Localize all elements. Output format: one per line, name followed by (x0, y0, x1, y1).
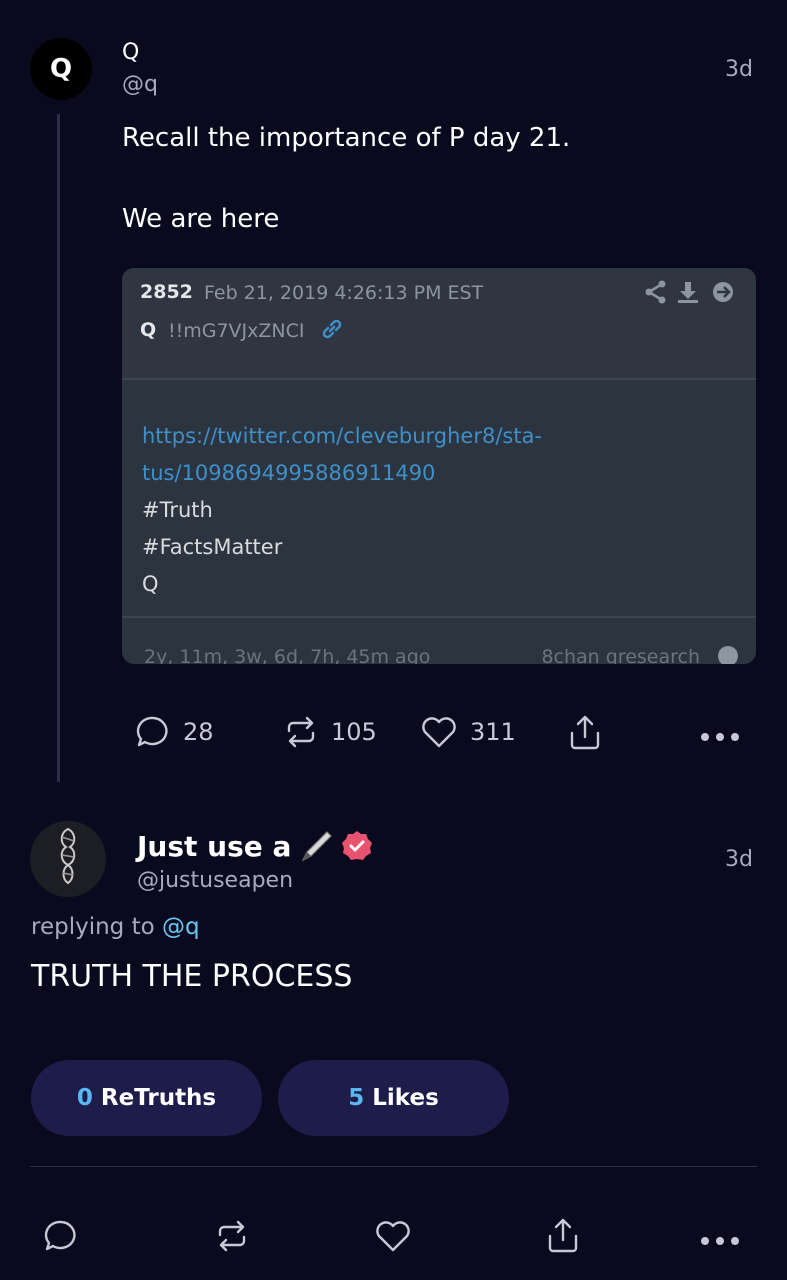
link-icon (322, 319, 342, 339)
quote-link: tus/1098694995886911490 (142, 461, 436, 485)
retruths-count: 0 (76, 1085, 93, 1111)
heart-icon (422, 717, 456, 748)
more-icon (701, 733, 739, 741)
share-button[interactable] (568, 713, 602, 755)
close-icon (718, 646, 738, 664)
upload-share-icon (570, 715, 600, 750)
quote-link: https://twitter.com/cleveburgher8/sta- (142, 424, 543, 448)
quote-signature: Q (142, 572, 159, 596)
reply-text: TRUTH THE PROCESS (31, 959, 353, 994)
retruth-button[interactable]: 105 (283, 714, 377, 750)
avatar[interactable] (30, 821, 106, 897)
retruths-pill[interactable]: 0 ReTruths (31, 1060, 262, 1136)
timestamp: 3d (725, 57, 753, 82)
comment-icon (44, 1220, 76, 1251)
more-button[interactable] (700, 1231, 740, 1250)
timestamp: 3d (725, 847, 753, 872)
replying-prefix: replying to (31, 914, 155, 940)
retruth-icon (218, 1220, 246, 1252)
reply-count: 28 (183, 718, 214, 746)
share-icon (645, 280, 666, 304)
quote-ago: 2y, 11m, 3w, 6d, 7h, 45m ago (144, 646, 431, 664)
pen-icon (302, 831, 333, 862)
avatar-letter: Q (49, 54, 73, 84)
quote-board: 8chan qresearch (541, 646, 700, 664)
quote-hashtag: #Truth (142, 498, 213, 522)
comment-icon (136, 716, 168, 747)
quote-body: https://twitter.com/cleveburgher8/sta- t… (142, 418, 542, 603)
mention-link[interactable]: @q (162, 914, 200, 940)
display-name[interactable]: Q (122, 40, 139, 65)
reply-button[interactable] (43, 1218, 79, 1258)
retruth-count: 105 (331, 718, 377, 746)
like-button[interactable] (374, 1218, 412, 1258)
likes-label: Likes (372, 1085, 439, 1111)
retruth-button[interactable] (214, 1218, 250, 1258)
handle[interactable]: @justuseapen (137, 868, 293, 893)
likes-pill[interactable]: 5 Likes (278, 1060, 509, 1136)
post-image[interactable]: 2852 Feb 21, 2019 4:26:13 PM EST Q !!mG7… (122, 268, 756, 664)
quote-hashtag: #FactsMatter (142, 535, 283, 559)
avatar[interactable]: Q (30, 38, 92, 100)
quote-number: 2852 (140, 281, 193, 303)
arrow-circle-icon (713, 282, 733, 302)
download-icon (678, 282, 698, 303)
retruth-icon (287, 716, 315, 748)
retruths-label: ReTruths (100, 1085, 217, 1111)
verified-badge-icon (342, 831, 373, 860)
quote-date: Feb 21, 2019 4:26:13 PM EST (204, 282, 484, 304)
quote-divider (122, 616, 756, 618)
display-name[interactable]: Just use a (137, 830, 291, 863)
more-button[interactable] (700, 727, 740, 746)
upload-share-icon (548, 1218, 578, 1253)
post-text-line: We are here (122, 204, 280, 234)
heart-icon (376, 1221, 410, 1252)
reply-button[interactable]: 28 (135, 714, 214, 750)
likes-count: 5 (348, 1085, 365, 1111)
replying-to: replying to @q (31, 914, 200, 940)
quote-name: Q (140, 319, 157, 341)
thread-line (57, 114, 60, 782)
share-button[interactable] (546, 1216, 580, 1258)
quote-tripcode: !!mG7VJxZNCI (168, 320, 305, 342)
reply-author[interactable]: Just use a (137, 826, 373, 866)
avatar-image (30, 821, 106, 897)
like-count: 311 (470, 718, 516, 746)
divider (30, 1166, 757, 1167)
quote-divider (122, 378, 756, 380)
handle[interactable]: @q (122, 72, 158, 97)
quote-tools-icons (645, 280, 733, 304)
like-button[interactable]: 311 (420, 714, 516, 750)
more-icon (701, 1237, 739, 1245)
post-text-line: Recall the importance of P day 21. (122, 123, 571, 153)
